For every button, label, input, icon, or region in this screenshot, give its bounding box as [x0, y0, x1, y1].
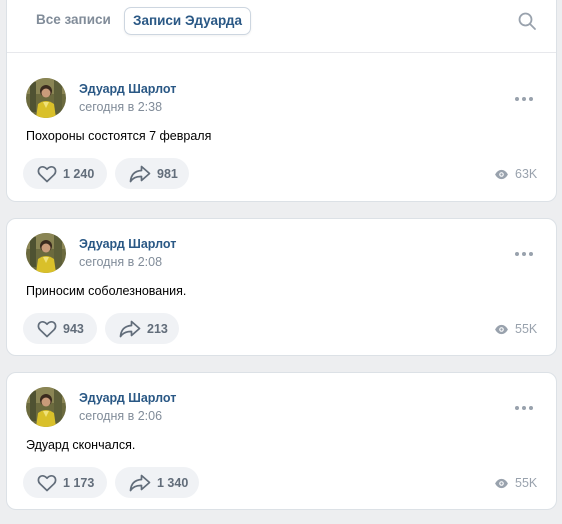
share-count: 1 340 [157, 475, 189, 490]
eye-icon [494, 324, 509, 335]
eye-icon [494, 169, 509, 180]
post-author-link[interactable]: Эдуард Шарлот [79, 82, 176, 96]
post-time[interactable]: сегодня в 2:06 [79, 409, 162, 423]
more-icon[interactable] [513, 245, 535, 257]
share-button[interactable]: 213 [105, 313, 179, 344]
post-card: Эдуард Шарлот сегодня в 2:38 Похороны со… [6, 64, 557, 202]
like-count: 1 240 [63, 166, 95, 181]
share-icon [129, 165, 151, 183]
more-icon[interactable] [513, 90, 535, 102]
like-button[interactable]: 1 173 [23, 467, 107, 498]
post-card: Эдуард Шарлот сегодня в 2:06 Эдуард скон… [6, 372, 557, 510]
more-icon[interactable] [513, 399, 535, 411]
like-count: 943 [63, 321, 84, 336]
views-count: 55K [515, 476, 538, 490]
share-icon [129, 474, 151, 492]
share-count: 213 [147, 321, 168, 336]
like-button[interactable]: 1 240 [23, 158, 107, 189]
views-counter: 55K [494, 322, 537, 336]
wall-tabs: Все записи Записи Эдуарда [7, 1, 556, 53]
post-text: Похороны состоятся 7 февраля [26, 129, 212, 143]
search-icon[interactable] [517, 11, 537, 31]
like-count: 1 173 [63, 475, 95, 490]
like-button[interactable]: 943 [23, 313, 97, 344]
heart-icon [37, 165, 57, 183]
post-text: Эдуард скончался. [26, 438, 136, 452]
post-time[interactable]: сегодня в 2:38 [79, 100, 162, 114]
views-counter: 63K [494, 167, 537, 181]
share-icon [119, 320, 141, 338]
avatar[interactable] [26, 387, 66, 427]
views-counter: 55K [494, 476, 537, 490]
heart-icon [37, 474, 57, 492]
share-button[interactable]: 981 [115, 158, 189, 189]
views-count: 63K [515, 167, 538, 181]
post-author-link[interactable]: Эдуард Шарлот [79, 391, 176, 405]
share-count: 981 [157, 166, 178, 181]
heart-icon [37, 320, 57, 338]
views-count: 55K [515, 322, 538, 336]
eye-icon [494, 478, 509, 489]
tab-all-posts[interactable]: Все записи [28, 7, 119, 35]
post-time[interactable]: сегодня в 2:08 [79, 255, 162, 269]
post-author-link[interactable]: Эдуард Шарлот [79, 237, 176, 251]
avatar[interactable] [26, 78, 66, 118]
post-card: Эдуард Шарлот сегодня в 2:08 Приносим со… [6, 218, 557, 356]
share-button[interactable]: 1 340 [115, 467, 199, 498]
post-text: Приносим соболезнования. [26, 284, 187, 298]
avatar[interactable] [26, 233, 66, 273]
tab-owner-posts[interactable]: Записи Эдуарда [124, 7, 251, 35]
